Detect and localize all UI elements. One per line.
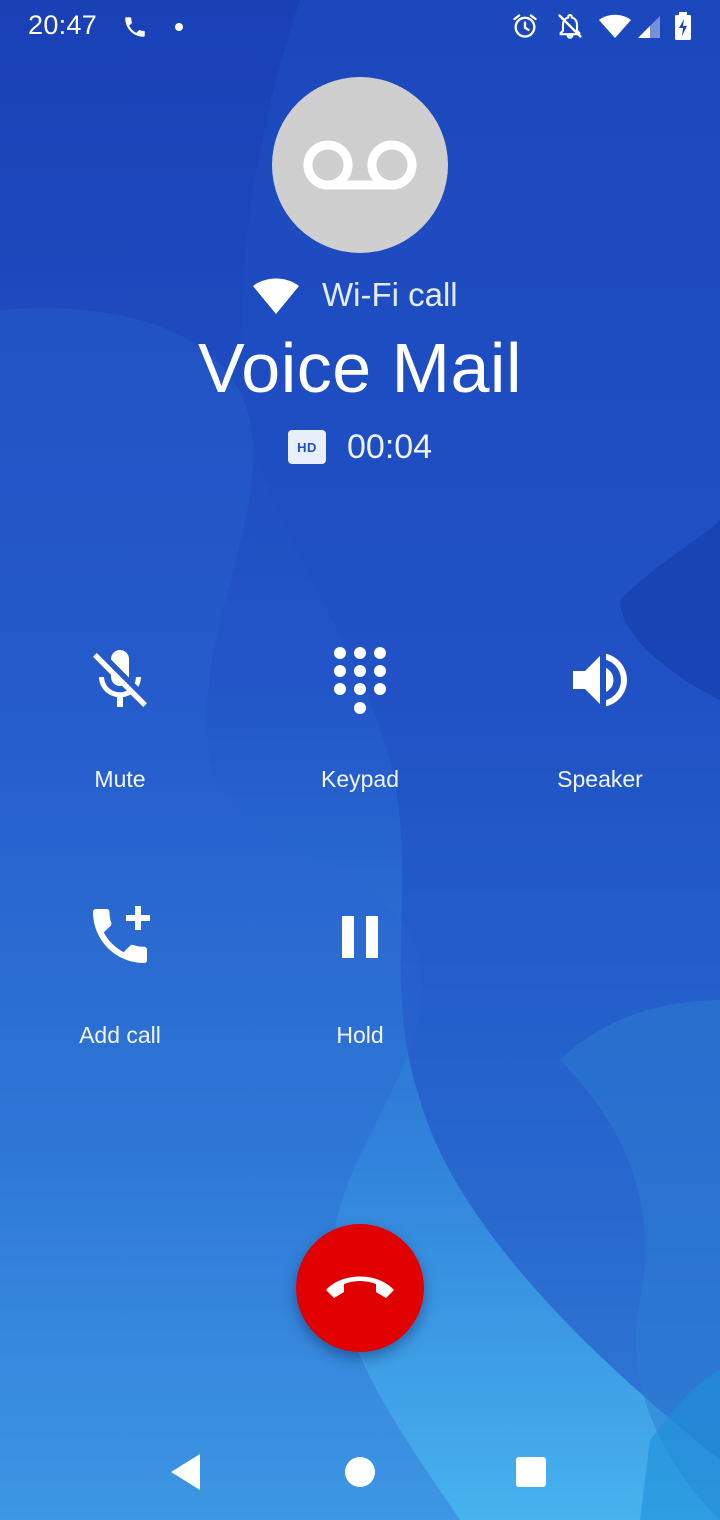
recents-icon[interactable] (515, 1456, 547, 1488)
caller-avatar (272, 77, 448, 253)
wifi-icon (599, 14, 631, 38)
add-call-button[interactable]: Add call (20, 900, 220, 1070)
dot-icon (175, 23, 183, 31)
volume-icon (573, 653, 627, 707)
speaker-label: Speaker (557, 766, 643, 792)
hd-badge: HD (288, 430, 326, 464)
navigation-bar (0, 1440, 720, 1504)
call-duration: 00:04 (347, 428, 433, 466)
call-duration-row: HD 00:04 (0, 426, 720, 474)
call-network-label: Wi-Fi call (322, 276, 458, 313)
keypad-button[interactable]: Keypad (260, 644, 460, 814)
add-call-icon (93, 906, 150, 963)
mute-button[interactable]: Mute (20, 644, 220, 814)
notifications-off-icon (558, 13, 582, 39)
back-icon[interactable] (168, 1452, 204, 1492)
add-call-label: Add call (79, 1022, 161, 1048)
hold-button[interactable]: Hold (260, 900, 460, 1070)
speaker-button[interactable]: Speaker (500, 644, 700, 814)
end-call-button[interactable] (296, 1224, 424, 1352)
alarm-icon (513, 14, 537, 38)
wifi-call-icon (253, 278, 299, 314)
pause-icon (342, 916, 378, 958)
call-network-row: Wi-Fi call (0, 270, 720, 322)
mic-off-icon (93, 650, 147, 707)
keypad-label: Keypad (320, 766, 399, 792)
phone-icon (125, 17, 145, 37)
call-end-icon (326, 1276, 394, 1298)
home-icon[interactable] (344, 1456, 376, 1488)
voicemail-icon (303, 140, 417, 190)
status-bar: 20:47 (0, 0, 720, 52)
battery-charging-icon (675, 12, 691, 40)
caller-name: Voice Mail (197, 329, 523, 407)
cell-signal-icon (638, 16, 660, 38)
status-time: 20:47 (28, 10, 98, 40)
mute-label: Mute (94, 766, 146, 792)
dialpad-icon (334, 647, 386, 714)
hold-label: Hold (336, 1022, 384, 1048)
